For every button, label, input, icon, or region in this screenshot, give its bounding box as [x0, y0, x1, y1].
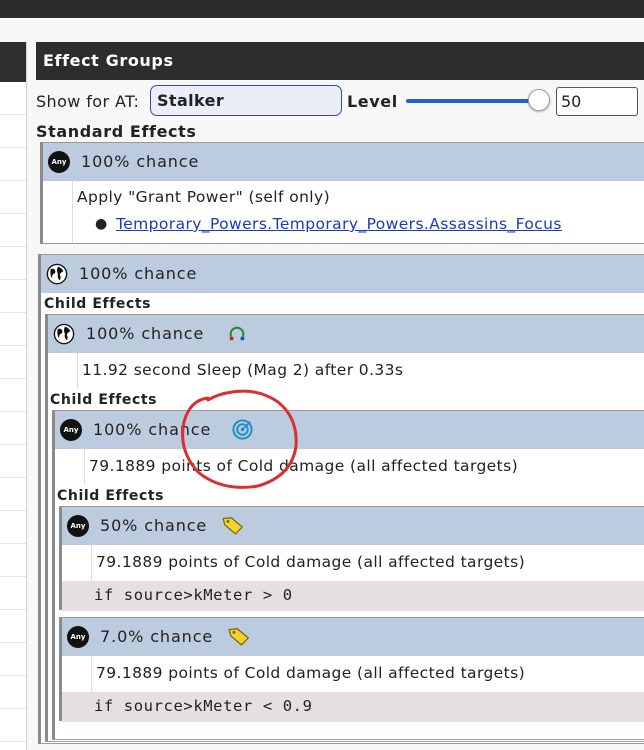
effect-condition: if source>kMeter < 0.9: [62, 692, 644, 722]
effect-gutter: [48, 353, 78, 389]
effect-condition: if source>kMeter > 0: [62, 581, 644, 611]
panel-title: Effect Groups: [36, 42, 644, 80]
effect-header: 100% chance: [48, 315, 644, 353]
level-slider-thumb[interactable]: [528, 89, 550, 111]
effect-description: 11.92 second Sleep (Mag 2) after 0.33s: [82, 361, 404, 379]
effect-gutter: [62, 545, 92, 581]
child-effects-label: Child Effects: [50, 392, 158, 408]
left-panel-row[interactable]: [0, 544, 26, 577]
target-icon: [232, 419, 253, 440]
any-icon: Any: [60, 419, 82, 441]
level-label: Level: [347, 92, 398, 111]
effect-description: 79.1889 points of Cold damage (all affec…: [89, 457, 519, 475]
any-icon: Any: [67, 515, 89, 537]
level-slider-track[interactable]: [406, 99, 536, 103]
effect-body: 79.1889 points of Cold damage (all affec…: [62, 545, 644, 581]
effect-header: 100% chance: [41, 255, 644, 293]
effect-groups-panel: Effect Groups Show for AT: Stalker Level…: [36, 42, 644, 750]
top-bar: [0, 0, 644, 18]
left-panel-row[interactable]: [0, 610, 26, 643]
left-panel-row[interactable]: [0, 280, 26, 313]
left-panel-row[interactable]: [0, 82, 26, 115]
effect-body: 11.92 second Sleep (Mag 2) after 0.33s: [48, 353, 644, 389]
child-effect-group: Any 50% chance 79.1889 points of Cold da…: [59, 506, 644, 611]
left-panel-row[interactable]: [0, 148, 26, 181]
at-filter-row: Show for AT: Stalker Level 50: [36, 80, 644, 120]
left-panel-row[interactable]: [0, 247, 26, 280]
at-label: Show for AT:: [36, 92, 140, 111]
effect-description: 79.1889 points of Cold damage (all affec…: [96, 664, 526, 682]
effect-description: Apply "Grant Power" (self only): [77, 188, 331, 206]
left-panel-row[interactable]: [0, 379, 26, 412]
left-panel-row[interactable]: [0, 676, 26, 709]
effect-chance: 100% chance: [79, 264, 198, 283]
left-panel-row[interactable]: [0, 478, 26, 511]
effect-group: 100% chance Child Effects 100% chance 11…: [38, 254, 644, 744]
left-panel-row[interactable]: [0, 511, 26, 544]
effect-header: Any 100% chance: [55, 411, 644, 449]
archetype-input[interactable]: Stalker: [150, 85, 342, 116]
left-panel-row[interactable]: [0, 577, 26, 610]
left-panel-row[interactable]: [0, 445, 26, 478]
left-panel-header: [0, 42, 26, 82]
effect-header: Any 7.0% chance: [62, 618, 644, 656]
left-panel-row[interactable]: [0, 643, 26, 676]
bullet: ●: [95, 216, 108, 232]
left-panel-row[interactable]: [0, 115, 26, 148]
effect-group: Any 100% chance Apply "Grant Power" (sel…: [40, 142, 644, 244]
effect-chance: 100% chance: [86, 324, 205, 343]
effect-header: Any 50% chance: [62, 507, 644, 545]
left-panel-row[interactable]: [0, 181, 26, 214]
left-panel-row[interactable]: [0, 709, 26, 742]
effect-chance: 100% chance: [93, 420, 212, 439]
child-effects-label: Child Effects: [57, 488, 165, 504]
effect-gutter: [43, 181, 73, 243]
left-panel-row[interactable]: [0, 313, 26, 346]
tag-icon: [222, 517, 244, 535]
left-panel-row[interactable]: [0, 346, 26, 379]
any-icon: Any: [48, 151, 70, 173]
effect-gutter: [55, 449, 85, 485]
level-input[interactable]: 50: [556, 87, 638, 116]
child-effect-group: Any 100% chance 79.1889 points of Cold d…: [52, 410, 644, 740]
globe-icon: [53, 323, 75, 345]
effect-body: 79.1889 points of Cold damage (all affec…: [62, 656, 644, 692]
child-effect-group: 100% chance 11.92 second Sleep (Mag 2) a…: [45, 314, 644, 742]
effect-chance: 7.0% chance: [100, 627, 214, 646]
left-panel-row[interactable]: [0, 412, 26, 445]
standard-effects-title: Standard Effects: [36, 122, 197, 141]
effect-body: Apply "Grant Power" (self only) ● Tempor…: [43, 181, 644, 243]
effect-body: 79.1889 points of Cold damage (all affec…: [55, 449, 644, 485]
effect-chance: 50% chance: [100, 516, 208, 535]
effect-chance: 100% chance: [81, 152, 200, 171]
any-icon: Any: [67, 626, 89, 648]
effect-gutter: [62, 656, 92, 692]
globe-icon: [46, 263, 68, 285]
left-panel-row[interactable]: [0, 214, 26, 247]
power-link[interactable]: Temporary_Powers.Temporary_Powers.Assass…: [116, 215, 562, 233]
headphones-icon: [229, 326, 245, 341]
tag-icon: [228, 628, 250, 646]
left-panel: [0, 42, 27, 750]
child-effect-group: Any 7.0% chance 79.1889 points of Cold d…: [59, 617, 644, 722]
child-effects-label: Child Effects: [44, 296, 152, 312]
effect-description: 79.1889 points of Cold damage (all affec…: [96, 553, 526, 571]
effect-header: Any 100% chance: [43, 143, 644, 181]
